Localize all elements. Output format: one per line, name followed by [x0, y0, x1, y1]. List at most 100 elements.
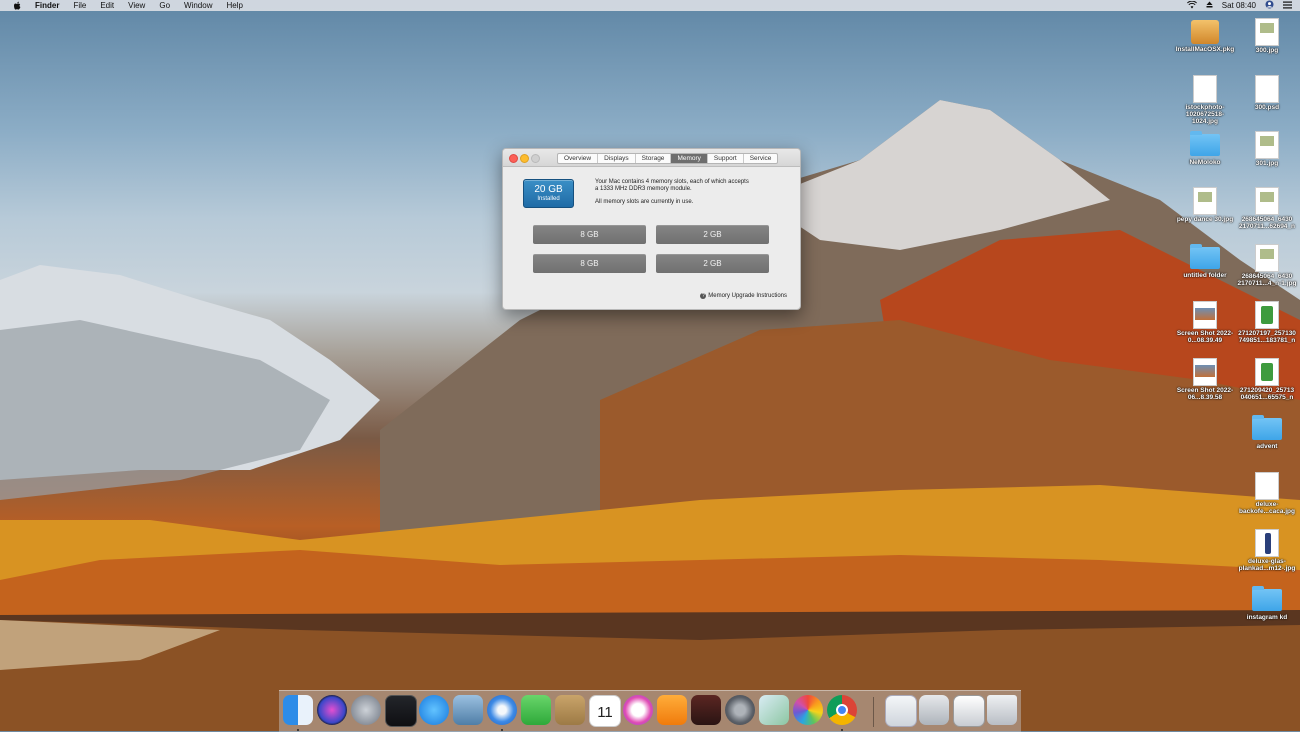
desktop-icon-label: 271209420_25713 040651...65575_n: [1239, 387, 1295, 401]
menu-list-icon[interactable]: [1283, 1, 1292, 11]
desktop-icon-label: deluxe-backofe...caca.jpg: [1239, 501, 1295, 515]
window-titlebar[interactable]: Overview Displays Storage Memory Support…: [503, 149, 800, 167]
image-file-icon: [1193, 301, 1217, 329]
desktop-icon-label: 300.jpg: [1255, 47, 1279, 54]
tab-service[interactable]: Service: [744, 154, 778, 163]
desktop-icon-label: istockphoto-1020672518-1024.jpg: [1185, 104, 1225, 125]
desktop-icon[interactable]: Screen Shot 2022-0...08.39.49: [1174, 301, 1236, 344]
desktop-icon[interactable]: instagram kd: [1236, 586, 1298, 621]
menu-window[interactable]: Window: [177, 0, 219, 11]
chrome-icon[interactable]: [827, 695, 857, 725]
minimize-button[interactable]: [520, 154, 529, 163]
desktop-icon[interactable]: Screen Shot 2022-06...8.39.58: [1174, 358, 1236, 401]
memory-upgrade-instructions-link[interactable]: ? Memory Upgrade Instructions: [700, 293, 787, 299]
desktop-icon-label: untitled folder: [1183, 272, 1227, 279]
desktop-icon[interactable]: 301.jpg: [1236, 131, 1298, 167]
facetime-icon[interactable]: [521, 695, 551, 725]
folder-icon: [1190, 131, 1220, 156]
image-file-icon: [1255, 244, 1279, 272]
description-line-1: Your Mac contains 4 memory slots, each o…: [595, 179, 749, 185]
eject-icon[interactable]: [1206, 1, 1213, 10]
documents-stack-icon[interactable]: [885, 695, 917, 727]
user-icon[interactable]: [1265, 0, 1274, 11]
maps-icon[interactable]: [759, 695, 789, 725]
preview-icon[interactable]: [453, 695, 483, 725]
memory-installed-caption: Installed: [537, 196, 560, 202]
system-preferences-icon[interactable]: [725, 695, 755, 725]
close-button[interactable]: [509, 154, 518, 163]
desktop-icon-label: NeMoloko: [1189, 159, 1221, 166]
safari-icon[interactable]: [487, 695, 517, 725]
desktop-icon-label: 271207197_257130 749851...183781_n: [1238, 330, 1296, 344]
menu-bar: Finder File Edit View Go Window Help Sat…: [0, 0, 1300, 11]
photo-slideshow-icon[interactable]: [691, 695, 721, 725]
memory-amount: 20 GB: [534, 184, 563, 195]
chrome-center: [836, 704, 848, 716]
zoom-button[interactable]: [531, 154, 540, 163]
folder-icon: [1252, 586, 1282, 611]
desktop-icon[interactable]: 300.psd: [1236, 75, 1298, 111]
tab-storage[interactable]: Storage: [636, 154, 672, 163]
photo-booth-icon[interactable]: [385, 695, 417, 727]
desktop-icon[interactable]: NeMoloko: [1174, 131, 1236, 166]
image-file-icon: [1255, 75, 1279, 103]
image-file-icon: [1255, 18, 1279, 46]
desktop-icon[interactable]: 268645064_6430 2170711...62694_n: [1236, 187, 1298, 230]
dock: 11: [279, 690, 1021, 732]
desktop-icon[interactable]: untitled folder: [1174, 244, 1236, 279]
memory-installed-badge: 20 GB Installed: [523, 179, 574, 208]
siri-icon[interactable]: [317, 695, 347, 725]
tab-overview[interactable]: Overview: [558, 154, 599, 163]
menu-help[interactable]: Help: [219, 0, 249, 11]
instructions-label: Memory Upgrade Instructions: [708, 293, 787, 299]
tab-displays[interactable]: Displays: [598, 154, 636, 163]
wifi-icon[interactable]: [1186, 0, 1197, 11]
photos-icon[interactable]: [793, 695, 823, 725]
package-icon: [1191, 20, 1219, 44]
folder-icon: [1190, 244, 1220, 269]
clock-label[interactable]: Sat 08:40: [1222, 1, 1256, 10]
image-file-icon: [1193, 358, 1217, 386]
desktop-icon-label: Screen Shot 2022-06...8.39.58: [1176, 387, 1234, 401]
menu-view[interactable]: View: [121, 0, 152, 11]
desktop-icon-label: Screen Shot 2022-0...08.39.49: [1176, 330, 1234, 344]
desktop-icon[interactable]: deluxe-glas-plankad...m12-.jpg: [1236, 529, 1298, 572]
desktop-icon[interactable]: InstallMacOSX.pkg: [1174, 18, 1236, 53]
desktop-icon-label: pepy dance 30.jpg: [1176, 216, 1234, 223]
about-this-mac-window: Overview Displays Storage Memory Support…: [502, 148, 801, 310]
image-file-icon: [1193, 75, 1217, 103]
desktop-icon[interactable]: istockphoto-1020672518-1024.jpg: [1174, 75, 1236, 125]
image-file-icon: [1255, 187, 1279, 215]
tab-memory[interactable]: Memory: [671, 154, 708, 163]
description-line-3: All memory slots are currently in use.: [595, 199, 694, 205]
memory-description: Your Mac contains 4 memory slots, each o…: [595, 179, 775, 206]
menu-go[interactable]: Go: [152, 0, 177, 11]
menu-edit[interactable]: Edit: [93, 0, 121, 11]
help-icon: ?: [700, 293, 707, 299]
screenshot-stack-icon[interactable]: [953, 695, 985, 727]
desktop-icon[interactable]: 271207197_257130 749851...183781_n: [1236, 301, 1298, 344]
menu-file[interactable]: File: [66, 0, 93, 11]
desktop-icon[interactable]: 271209420_25713 040651...65575_n: [1236, 358, 1298, 401]
launchpad-icon[interactable]: [351, 695, 381, 725]
apple-menu-icon[interactable]: [12, 0, 22, 11]
notes-icon[interactable]: [555, 695, 585, 725]
itunes-icon[interactable]: [623, 695, 653, 725]
desktop-icon[interactable]: deluxe-backofe...caca.jpg: [1236, 472, 1298, 515]
app-store-icon[interactable]: [419, 695, 449, 725]
finder-icon[interactable]: [283, 695, 313, 725]
trash-icon[interactable]: [987, 695, 1017, 725]
downloads-stack-icon[interactable]: [919, 695, 949, 725]
books-icon[interactable]: [657, 695, 687, 725]
desktop-icon-label: advent: [1256, 443, 1278, 450]
desktop-icon-label: 268645064_6430 2170711...4_n-1.jpg: [1237, 273, 1297, 287]
calendar-icon[interactable]: 11: [589, 695, 621, 727]
tab-support[interactable]: Support: [708, 154, 744, 163]
desktop-icon[interactable]: advent: [1236, 415, 1298, 450]
image-file-icon: [1255, 131, 1279, 159]
menu-finder[interactable]: Finder: [28, 0, 66, 11]
desktop-icon[interactable]: pepy dance 30.jpg: [1174, 187, 1236, 223]
image-file-icon: [1255, 301, 1279, 329]
desktop-icon[interactable]: 268645064_6430 2170711...4_n-1.jpg: [1236, 244, 1298, 287]
desktop-icon[interactable]: 300.jpg: [1236, 18, 1298, 54]
